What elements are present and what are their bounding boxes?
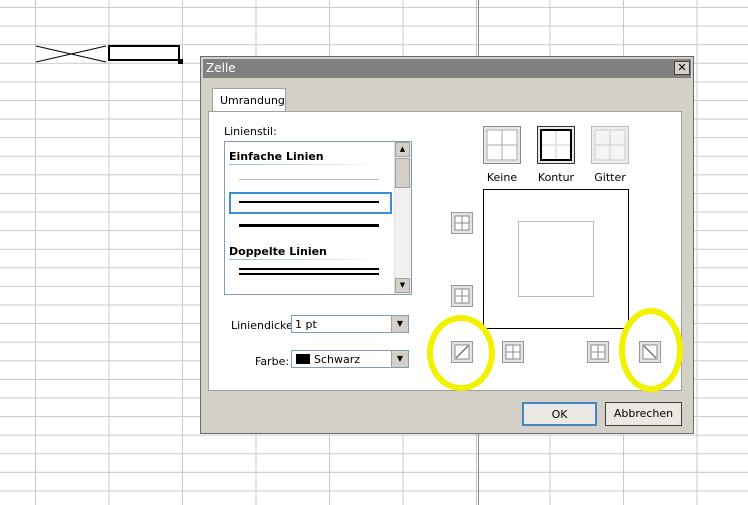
group-separator [229,259,379,260]
close-icon: ✕ [677,61,687,74]
dialog-title: Zelle [206,61,236,75]
line-option-thin[interactable] [239,201,379,203]
tab-umrandung[interactable]: Umrandung [212,88,286,112]
preset-outline-button[interactable] [537,126,575,164]
right-border-button[interactable] [587,341,609,363]
border-outline-icon [540,129,572,161]
ok-button[interactable]: OK [522,402,597,426]
line-option-hairline[interactable] [239,179,379,180]
border-none-icon [486,129,518,161]
line-option-double-a[interactable] [239,268,379,270]
line-style-list[interactable]: Einfache Linien Doppelte Linien ▲ ▼ [224,141,412,295]
border-panel: Linienstil: Einfache Linien Doppelte Lin… [208,111,683,392]
preset-outline-label: Kontur [537,171,575,184]
border-top-icon [454,215,470,231]
diagonal-border-cell [36,45,107,63]
color-select[interactable]: Schwarz ▼ [291,350,409,368]
left-border-button[interactable] [502,341,524,363]
line-style-label: Linienstil: [224,125,277,138]
close-button[interactable]: ✕ [674,61,690,75]
chevron-down-icon[interactable]: ▼ [391,351,408,367]
preset-grid-button[interactable] [591,126,629,164]
line-option-double-b[interactable] [239,273,379,275]
thickness-select[interactable]: 1 pt ▼ [291,315,409,333]
middle-horizontal-border-button[interactable] [451,285,473,307]
color-label: Farbe: [255,355,290,368]
top-border-button[interactable] [451,212,473,234]
vertical-scrollbar[interactable]: ▲ ▼ [394,142,411,294]
group-heading-single: Einfache Linien [229,150,324,163]
preset-none-button[interactable] [483,126,521,164]
border-left-icon [505,344,521,360]
chevron-down-icon[interactable]: ▼ [391,316,408,332]
preview-cell [518,221,594,297]
preset-none-label: Keine [486,171,518,184]
fill-handle[interactable] [178,59,183,64]
border-preview[interactable] [483,189,629,329]
border-horizontal-icon [454,288,470,304]
scroll-down-icon[interactable]: ▼ [395,278,410,293]
highlight-circle-left [427,315,495,391]
line-option-selected[interactable] [229,192,392,214]
border-grid-icon [594,129,626,161]
scroll-up-icon[interactable]: ▲ [395,142,410,157]
group-heading-double: Doppelte Linien [229,245,327,258]
tab-label: Umrandung [220,94,285,107]
preset-grid-label: Gitter [594,171,626,184]
color-value: Schwarz [314,353,361,366]
line-option-thick[interactable] [239,224,379,227]
scroll-thumb[interactable] [395,158,410,188]
selected-cell[interactable] [108,45,180,61]
highlight-circle-right [619,308,683,392]
cell-dialog: Zelle ✕ Umrandung Linienstil: Einfache L… [200,56,694,434]
thickness-value: 1 pt [295,318,317,331]
cancel-button[interactable]: Abbrechen [605,402,682,426]
title-bar[interactable]: Zelle ✕ [203,59,691,78]
thickness-label: Liniendicke: [231,319,297,332]
group-separator [229,164,379,165]
color-swatch [296,354,310,364]
border-right-icon [590,344,606,360]
